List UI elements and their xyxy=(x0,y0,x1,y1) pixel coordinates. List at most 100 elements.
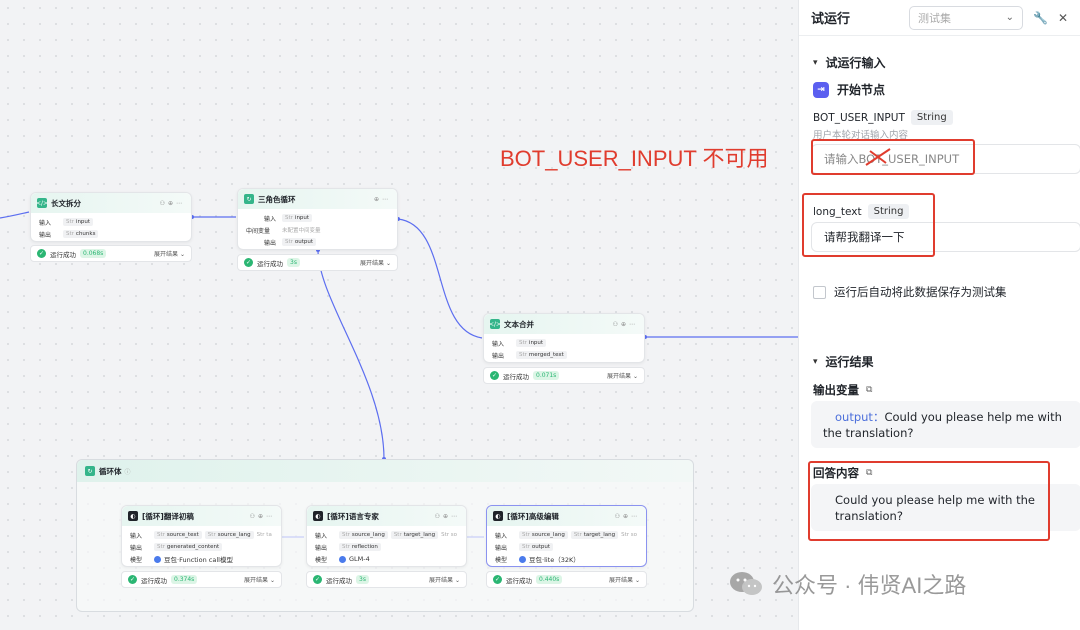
copy-icon[interactable]: ⧉ xyxy=(866,385,872,395)
expand-result-button[interactable]: 展开结果 ⌄ xyxy=(607,371,638,380)
output-label: 输出 xyxy=(492,352,505,360)
model-name: 豆包·lite（32K） xyxy=(529,556,580,564)
param-tag: Str target_lang xyxy=(570,531,619,539)
node-split[interactable]: </> 长文拆分 ⚇⊕⋯ 输入 Str input 输出 Str chunks xyxy=(30,192,192,242)
node-title: 三角色循环 xyxy=(258,194,296,204)
save-testset-checkbox[interactable] xyxy=(813,285,826,299)
time-badge: 3s xyxy=(356,575,369,584)
node-tools-icon[interactable]: ⚇⊕⋯ xyxy=(435,513,460,520)
param-tag: Str input xyxy=(516,339,547,347)
model-label: 模型 xyxy=(130,556,143,564)
expand-result-button[interactable]: 展开结果 ⌄ xyxy=(244,575,275,584)
input-label: 输入 xyxy=(495,532,508,540)
status-text: 运行成功 xyxy=(326,576,352,585)
status-text: 运行成功 xyxy=(257,259,283,268)
loop-body-header: ↻ 循环体 ⓘ xyxy=(77,460,693,482)
input-label: 输入 xyxy=(130,532,143,540)
close-icon[interactable]: ✕ xyxy=(1058,11,1068,25)
wrench-icon[interactable]: 🔧 xyxy=(1033,11,1048,25)
param-tag: Str merged_text xyxy=(516,351,567,359)
model-icon xyxy=(339,555,346,563)
node-tools-icon[interactable]: ⚇⊕⋯ xyxy=(160,200,185,207)
node-tools-icon[interactable]: ⊕⋯ xyxy=(374,196,391,203)
save-as-testset-checkbox-row[interactable]: 运行后自动将此数据保存为测试集 xyxy=(813,284,1007,300)
mid-var-label: 中间变量 xyxy=(246,227,271,235)
watermark-text: 公众号 · 伟贤AI之路 xyxy=(772,573,967,598)
loop-icon: ↻ xyxy=(244,194,254,204)
node-expert[interactable]: ◐ [循环]语言专家 ⚇⊕⋯ 输入 Str source_lang Str target… xyxy=(306,505,467,567)
node-editor[interactable]: ◐ [循环]高级编辑 ⚇⊕⋯ 输入 Str source_lang Str target… xyxy=(486,505,647,567)
node-merge[interactable]: </> 文本合并 ⚇⊕⋯ 输入 Str input 输出 Str merged_text xyxy=(483,313,645,363)
annotation-box-long-text xyxy=(802,193,935,257)
node-tools-icon[interactable]: ⚇⊕⋯ xyxy=(613,321,638,328)
output-label: 输出 xyxy=(263,239,276,247)
watermark: 公众号 · 伟贤AI之路 xyxy=(728,568,966,600)
time-badge: 0.440s xyxy=(536,575,563,584)
node-title: 文本合并 xyxy=(504,319,534,329)
code-icon: </> xyxy=(35,198,49,208)
model-name: 豆包·Function call模型 xyxy=(164,556,233,564)
status-text: 运行成功 xyxy=(506,576,532,585)
code-icon: </> xyxy=(488,319,502,329)
loop-icon: ↻ xyxy=(85,466,95,476)
model-icon xyxy=(519,555,526,563)
expand-result-button[interactable]: 展开结果 ⌄ xyxy=(360,258,391,267)
type-badge: String xyxy=(910,110,953,125)
start-node-label: ⇥ 开始节点 xyxy=(813,81,885,98)
output-label: 输出 xyxy=(130,544,143,552)
model-label: 模型 xyxy=(315,556,328,564)
param-tag: Str source_text xyxy=(154,531,202,539)
test-set-select[interactable]: 测试集 ⌄ xyxy=(908,5,1023,30)
output-label: 输出 xyxy=(495,544,508,552)
node-merge-header: </> 文本合并 ⚇⊕⋯ xyxy=(484,314,644,334)
var-bot-user-input-label: BOT_USER_INPUT String xyxy=(813,110,953,125)
input-section-title[interactable]: ▾ 试运行输入 xyxy=(813,54,886,71)
output-key: output xyxy=(835,410,873,424)
chevron-down-icon: ▾ xyxy=(813,57,818,68)
param-tag: Str source_lang xyxy=(339,531,388,539)
param-tag: Str so xyxy=(621,532,637,538)
param-tag: Str source_lang xyxy=(519,531,568,539)
output-label: 输出 xyxy=(39,231,52,239)
check-icon: ✓ xyxy=(313,575,322,584)
param-tag: Str reflection xyxy=(339,543,381,551)
check-icon: ✓ xyxy=(244,258,253,267)
param-tag: Str input xyxy=(282,214,313,222)
param-tag: Str source_lang xyxy=(204,531,254,539)
start-node-icon: ⇥ xyxy=(813,81,829,98)
param-tag: Str input xyxy=(63,218,94,226)
info-icon[interactable]: ⓘ xyxy=(125,467,131,476)
checkbox-label: 运行后自动将此数据保存为测试集 xyxy=(834,285,1007,299)
llm-icon: ◐ xyxy=(313,511,323,521)
model-name: GLM-4 xyxy=(349,555,370,563)
check-icon: ✓ xyxy=(37,249,46,258)
param-tag: Str chunks xyxy=(63,230,99,238)
time-badge: 0.374s xyxy=(171,575,198,584)
annotation-text: BOT_USER_INPUT 不可用 xyxy=(500,146,769,171)
wechat-icon xyxy=(730,572,762,595)
node-translate[interactable]: ◐ [循环]翻译初稿 ⚇⊕⋯ 输入 Str source_text Str source… xyxy=(121,505,282,567)
llm-icon: ◐ xyxy=(493,511,503,521)
annotation-box-answer xyxy=(808,461,1050,541)
node-title: 长文拆分 xyxy=(51,198,81,208)
node-loop3-header: ↻ 三角色循环 ⊕⋯ xyxy=(238,189,397,209)
chevron-down-icon: ⌄ xyxy=(1005,12,1014,23)
status-text: 运行成功 xyxy=(503,372,529,381)
node-tools-icon[interactable]: ⚇⊕⋯ xyxy=(250,513,275,520)
node-title: [循环]高级编辑 xyxy=(507,511,559,521)
expand-result-button[interactable]: 展开结果 ⌄ xyxy=(609,575,640,584)
result-section-title[interactable]: ▾ 运行结果 xyxy=(813,353,874,370)
node-editor-header: ◐ [循环]高级编辑 ⚇⊕⋯ xyxy=(487,506,646,526)
expand-result-button[interactable]: 展开结果 ⌄ xyxy=(154,249,185,258)
input-label: 输入 xyxy=(315,532,328,540)
param-tag: Str ta xyxy=(256,532,272,538)
llm-icon: ◐ xyxy=(128,511,138,521)
expand-result-button[interactable]: 展开结果 ⌄ xyxy=(429,575,460,584)
loop-body-title: 循环体 xyxy=(99,466,122,476)
node-expert-header: ◐ [循环]语言专家 ⚇⊕⋯ xyxy=(307,506,466,526)
node-tools-icon[interactable]: ⚇⊕⋯ xyxy=(615,513,640,520)
node-loop3[interactable]: ↻ 三角色循环 ⊕⋯ 输入 Str input 中间变量 未配置中间变量 输出 Str o… xyxy=(237,188,398,250)
node-title: [循环]翻译初稿 xyxy=(142,511,194,521)
node-title: [循环]语言专家 xyxy=(327,511,379,521)
workflow-canvas[interactable]: </> 长文拆分 ⚇⊕⋯ 输入 Str input 输出 Str chunks ✓ 运行… xyxy=(0,0,800,630)
